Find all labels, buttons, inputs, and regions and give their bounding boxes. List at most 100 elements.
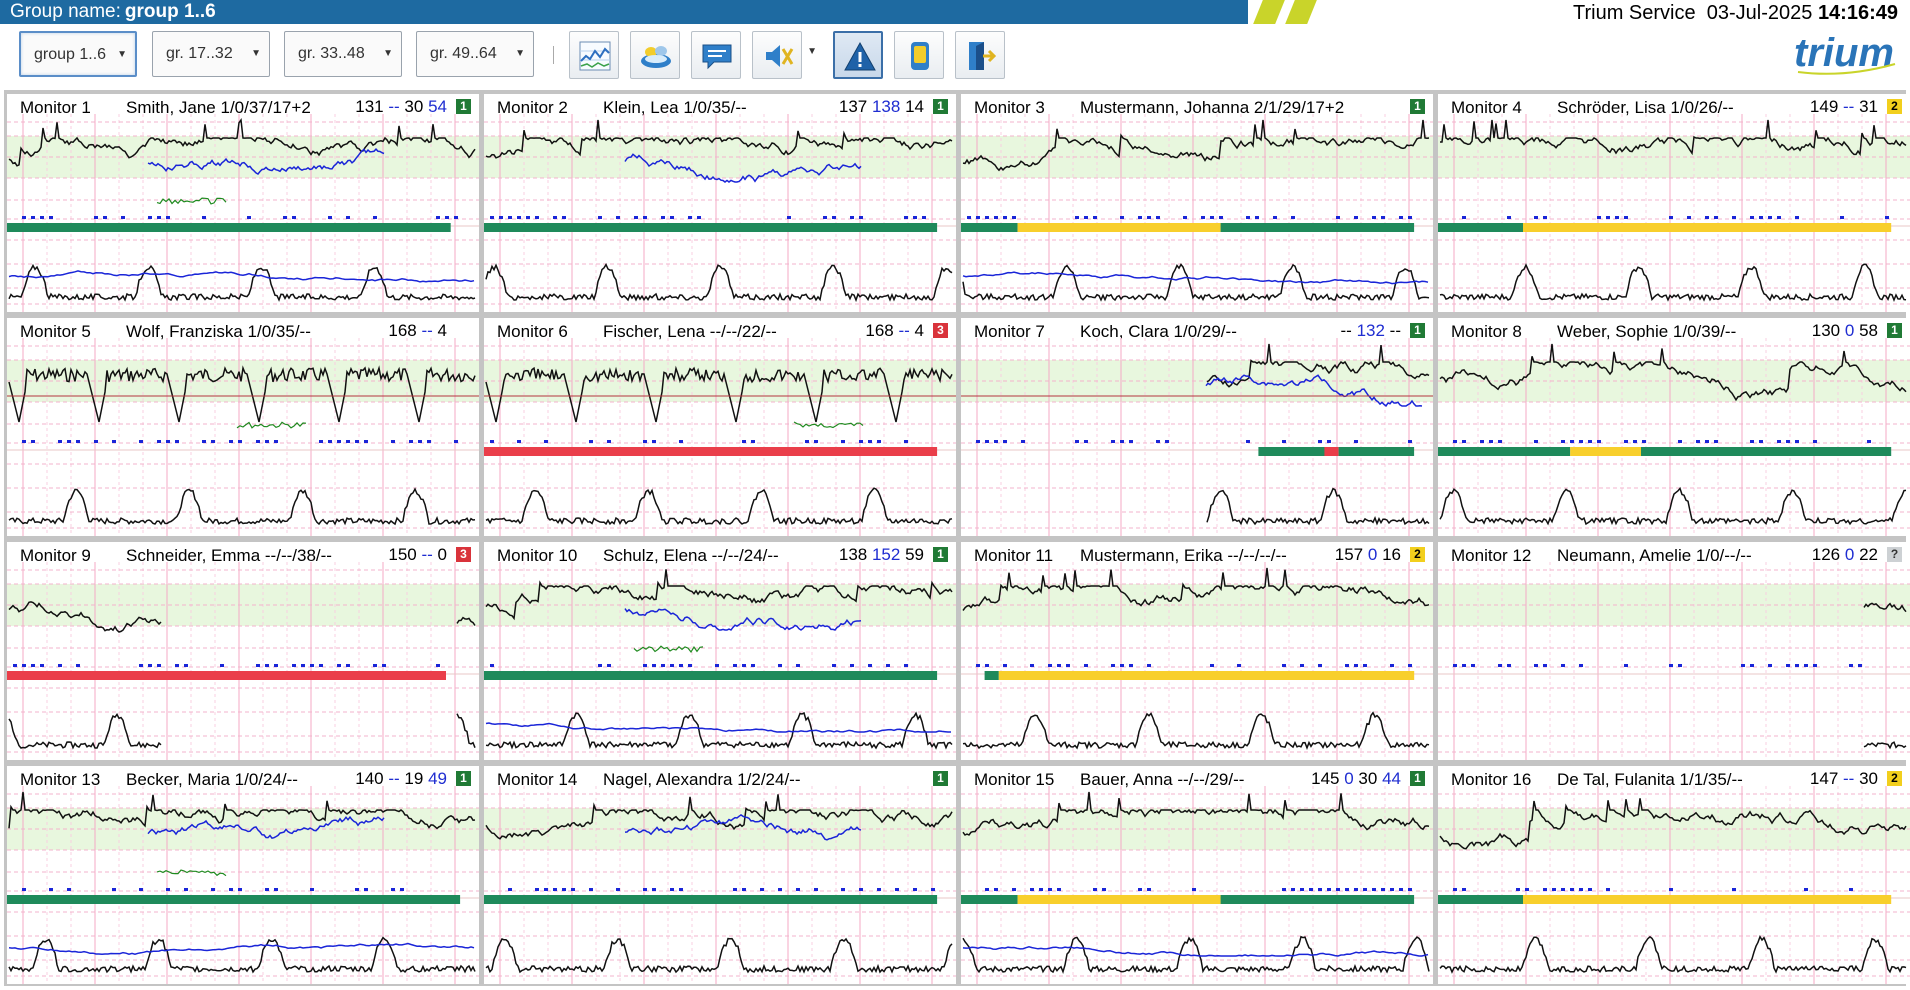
movement-marker — [670, 888, 674, 891]
movement-marker — [1849, 664, 1853, 667]
monitor-header: Monitor 7 Koch, Clara 1/0/29/-- -- 132 -- … — [961, 318, 1433, 341]
movement-marker — [490, 440, 494, 443]
movement-marker — [1570, 888, 1574, 891]
status-bar-segment — [1258, 447, 1325, 456]
movement-marker — [328, 440, 332, 443]
movement-marker — [94, 216, 98, 219]
movement-marker — [1777, 440, 1781, 443]
movement-marker — [1678, 440, 1682, 443]
movement-marker — [1453, 440, 1457, 443]
movement-marker — [832, 664, 836, 667]
monitor-tile[interactable]: Monitor 2 Klein, Lea 1/0/35/-- 137 138 14 … — [484, 94, 956, 312]
mute-alarm-button[interactable]: ▼ — [752, 31, 817, 79]
movement-marker — [382, 664, 386, 667]
movement-marker — [760, 888, 764, 891]
movement-marker — [1534, 440, 1538, 443]
alert-badge[interactable]: 1 — [1887, 323, 1902, 338]
alert-badge[interactable]: 1 — [1410, 323, 1425, 338]
chevron-down-icon[interactable]: ▼ — [807, 46, 817, 57]
movement-marker — [1057, 888, 1061, 891]
monitor-tile[interactable]: Monitor 11 Mustermann, Erika --/--/--/-- 1… — [961, 542, 1433, 760]
mute-alarm-icon — [766, 45, 794, 67]
movement-marker — [985, 664, 989, 667]
movement-marker — [1282, 888, 1286, 891]
alert-badge[interactable]: 1 — [933, 771, 948, 786]
monitor-tile[interactable]: Monitor 12 Neumann, Amelie 1/0/--/-- 126 0… — [1438, 542, 1910, 760]
status-bar-segment — [7, 895, 461, 904]
monitor-header: Monitor 8 Weber, Sophie 1/0/39/-- 130 0 58… — [1438, 318, 1910, 341]
movement-marker — [499, 216, 503, 219]
movement-marker — [1597, 440, 1601, 443]
monitor-tile[interactable]: Monitor 8 Weber, Sophie 1/0/39/-- 130 0 58… — [1438, 318, 1910, 536]
movement-marker — [616, 216, 620, 219]
status-bar-segment — [998, 671, 1415, 680]
alert-badge[interactable]: ? — [1887, 547, 1902, 562]
movement-marker — [211, 440, 215, 443]
movement-marker — [1750, 216, 1754, 219]
alert-badge[interactable]: 2 — [1887, 99, 1902, 114]
movement-marker — [1282, 440, 1286, 443]
monitor-tile[interactable]: Monitor 16 De Tal, Fulanita 1/1/35/-- 147 … — [1438, 766, 1910, 984]
movement-marker — [13, 664, 17, 667]
movement-marker — [355, 440, 359, 443]
movement-marker — [1066, 664, 1070, 667]
alert-badge[interactable]: 1 — [456, 771, 471, 786]
movement-marker — [364, 440, 368, 443]
toco-trace — [485, 937, 953, 974]
alert-badge[interactable]: 3 — [456, 547, 471, 562]
status-bar-segment — [7, 671, 446, 680]
movement-marker — [868, 664, 872, 667]
movement-marker — [1282, 664, 1286, 667]
monitor-tile[interactable]: Monitor 7 Koch, Clara 1/0/29/-- -- 132 -- … — [961, 318, 1433, 536]
monitor-tile[interactable]: Monitor 3 Mustermann, Johanna 2/1/29/17+2… — [961, 94, 1433, 312]
monitor-tile[interactable]: Monitor 14 Nagel, Alexandra 1/2/24/-- 1 — [484, 766, 956, 984]
movement-marker — [1192, 888, 1196, 891]
alert-badge[interactable]: 1 — [933, 99, 948, 114]
monitor-header: Monitor 4 Schröder, Lisa 1/0/26/-- 149 -- … — [1438, 94, 1910, 117]
monitor-tile[interactable]: Monitor 10 Schulz, Elena --/--/24/-- 138 1… — [484, 542, 956, 760]
movement-marker — [1291, 216, 1295, 219]
chevron-down-icon: ▼ — [515, 48, 525, 59]
monitor-tile[interactable]: Monitor 5 Wolf, Franziska 1/0/35/-- 168 --… — [7, 318, 479, 536]
overview-button[interactable] — [630, 31, 680, 79]
trend-view-button[interactable] — [569, 31, 619, 79]
movement-marker — [1003, 440, 1007, 443]
logout-button[interactable] — [955, 31, 1005, 79]
movement-marker — [1714, 440, 1718, 443]
alert-badge[interactable]: 1 — [456, 99, 471, 114]
monitor-tile[interactable]: Monitor 1 Smith, Jane 1/0/37/17+2 131 -- 3… — [7, 94, 479, 312]
group-select-2[interactable]: gr. 17..32 ▼ — [152, 31, 270, 77]
monitor-tile[interactable]: Monitor 4 Schröder, Lisa 1/0/26/-- 149 -- … — [1438, 94, 1910, 312]
monitor-tile[interactable]: Monitor 6 Fischer, Lena --/--/22/-- 168 --… — [484, 318, 956, 536]
movement-marker — [238, 888, 242, 891]
alert-badge[interactable]: 1 — [1410, 771, 1425, 786]
device-button[interactable] — [894, 31, 944, 79]
movement-marker — [814, 888, 818, 891]
movement-marker — [256, 440, 260, 443]
movement-marker — [391, 888, 395, 891]
movement-marker — [922, 216, 926, 219]
alert-badge[interactable]: 2 — [1887, 771, 1902, 786]
movement-marker — [1183, 216, 1187, 219]
toco-trace — [485, 262, 953, 303]
alarm-button[interactable] — [833, 31, 883, 79]
movement-marker — [805, 440, 809, 443]
alert-badge[interactable]: 2 — [1410, 547, 1425, 562]
group-select-3[interactable]: gr. 33..48 ▼ — [284, 31, 402, 77]
monitor-tile[interactable]: Monitor 15 Bauer, Anna --/--/29/-- 145 0 3… — [961, 766, 1433, 984]
movement-marker — [49, 888, 53, 891]
movement-marker — [1471, 664, 1475, 667]
group-select-1[interactable]: group 1..6 ▼ — [19, 31, 137, 77]
group-name-caption: Group name: — [10, 1, 121, 22]
monitor-tile[interactable]: Monitor 9 Schneider, Emma --/--/38/-- 150 … — [7, 542, 479, 760]
message-button[interactable] — [691, 31, 741, 79]
group-select-4[interactable]: gr. 49..64 ▼ — [416, 31, 534, 77]
movement-marker — [535, 888, 539, 891]
movement-marker — [1498, 440, 1502, 443]
alert-badge[interactable]: 1 — [933, 547, 948, 562]
maternal-trace — [485, 722, 951, 733]
alert-badge[interactable]: 1 — [1410, 99, 1425, 114]
monitor-tile[interactable]: Monitor 13 Becker, Maria 1/0/24/-- 140 -- … — [7, 766, 479, 984]
alert-badge[interactable]: 3 — [933, 323, 948, 338]
movement-marker — [1030, 664, 1034, 667]
